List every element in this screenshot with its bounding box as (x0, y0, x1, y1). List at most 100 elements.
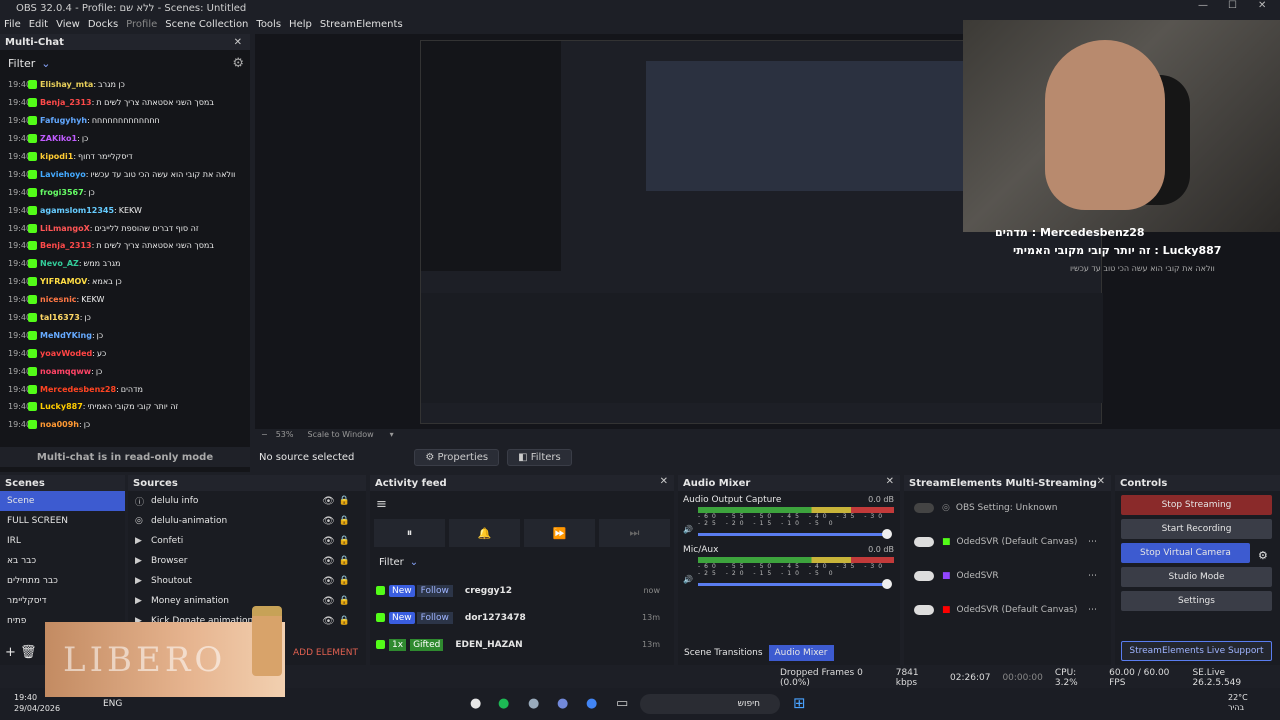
chat-username[interactable]: Mercedesbenz28 (40, 385, 116, 394)
lock-icon[interactable]: 🔒 (339, 596, 350, 606)
lock-icon[interactable]: 🔒 (339, 616, 350, 626)
mute-alerts-button[interactable]: 🔔 (449, 519, 520, 547)
chat-username[interactable]: nicesnic (40, 295, 77, 304)
chat-username[interactable]: Lucky887 (40, 402, 83, 411)
lock-icon[interactable]: 🔒 (339, 576, 350, 586)
event-username[interactable]: EDEN_HAZAN (455, 640, 522, 650)
activity-filter[interactable]: Filter ⌄ (370, 547, 674, 577)
gear-icon[interactable]: ⚙ (232, 56, 244, 71)
skip-end-button[interactable]: ⏭ (599, 519, 670, 547)
close-icon[interactable]: ✕ (886, 476, 894, 487)
filters-button[interactable]: ◧ Filters (507, 448, 572, 466)
chat-username[interactable]: agamslom12345 (40, 206, 114, 215)
source-item[interactable]: ▶ Browser 👁 🔒 (128, 551, 366, 571)
minus-icon[interactable]: − (261, 430, 268, 439)
menu-docks[interactable]: Docks (88, 19, 118, 30)
chat-username[interactable]: LiLmangoX (40, 224, 90, 233)
lock-icon[interactable]: 🔒 (339, 556, 350, 566)
chat-username[interactable]: frogi3567 (40, 188, 84, 197)
add-element-button[interactable]: ADD ELEMENT (293, 648, 358, 658)
source-item[interactable]: ▶ Confeti 👁 🔒 (128, 531, 366, 551)
more-icon[interactable]: ⋯ (1088, 537, 1097, 547)
spotify-icon[interactable]: ● (498, 696, 509, 711)
close-button[interactable]: ✕ (1258, 0, 1266, 11)
chrome-icon[interactable]: ● (586, 696, 597, 711)
source-item[interactable]: ▶ Money animation 👁 🔒 (128, 591, 366, 611)
chevron-down-icon[interactable]: ▾ (390, 430, 394, 439)
tab-audio-mixer[interactable]: Audio Mixer (768, 645, 834, 661)
source-item[interactable]: ⓘ delulu info 👁 🔒 (128, 491, 366, 511)
properties-button[interactable]: ⚙ Properties (414, 448, 500, 466)
close-icon[interactable]: ✕ (1097, 476, 1105, 487)
event-username[interactable]: dor1273478 (465, 613, 526, 623)
eye-icon[interactable]: 👁 (322, 616, 335, 627)
volume-slider[interactable] (698, 529, 892, 539)
scene-item[interactable]: כבר מתחילים (0, 571, 125, 591)
chat-username[interactable]: yoavWoded (40, 349, 92, 358)
lock-icon[interactable]: 🔒 (339, 536, 350, 546)
speaker-icon[interactable]: 🔊 (683, 525, 693, 534)
start-recording-button[interactable]: Start Recording (1121, 519, 1272, 539)
maximize-button[interactable]: ☐ (1228, 0, 1237, 11)
volume-slider[interactable] (698, 579, 892, 589)
studio-mode-button[interactable]: Studio Mode (1121, 567, 1272, 587)
chat-username[interactable]: MeNdYKing (40, 331, 92, 340)
live-support-button[interactable]: StreamElements Live Support (1121, 641, 1272, 661)
menu-help[interactable]: Help (289, 19, 312, 30)
scene-item[interactable]: FULL SCREEN (0, 511, 125, 531)
menu-profile[interactable]: Profile (126, 19, 157, 30)
scene-item[interactable]: IRL (0, 531, 125, 551)
eye-icon[interactable]: 👁 (322, 496, 335, 507)
toggle-switch[interactable] (914, 503, 934, 513)
steam-icon[interactable]: ● (528, 696, 539, 711)
pause-button[interactable]: ⏸ (374, 519, 445, 547)
lock-icon[interactable]: 🔒 (339, 496, 350, 506)
eye-icon[interactable]: 👁 (322, 536, 335, 547)
scale-mode[interactable]: Scale to Window (307, 430, 373, 439)
scene-item[interactable]: דיסקליימר (0, 591, 125, 611)
speaker-icon[interactable]: 🔊 (683, 575, 693, 584)
more-icon[interactable]: ⋯ (1088, 605, 1097, 615)
add-icon[interactable]: + (5, 645, 16, 660)
menu-streamelements[interactable]: StreamElements (320, 19, 403, 30)
eye-icon[interactable]: 👁 (322, 576, 335, 587)
language-indicator[interactable]: ENG (103, 699, 122, 709)
menu-scene-collection[interactable]: Scene Collection (165, 19, 248, 30)
skip-button[interactable]: ⏩ (524, 519, 595, 547)
chat-username[interactable]: ZAKiko1 (40, 134, 77, 143)
close-icon[interactable]: ✕ (660, 476, 668, 487)
chat-username[interactable]: Benja_2313 (40, 241, 92, 250)
gear-icon[interactable]: ⚙ (1258, 549, 1268, 562)
chat-username[interactable]: Laviehoyo (40, 170, 86, 179)
windows-start-icon[interactable]: ⊞ (793, 694, 806, 712)
menu-tools[interactable]: Tools (256, 19, 281, 30)
chat-username[interactable]: tal16373 (40, 313, 80, 322)
chat-username[interactable]: noamqqww (40, 367, 91, 376)
folder-icon[interactable]: ▭ (616, 696, 628, 711)
chat-username[interactable]: Fafugyhyh (40, 116, 87, 125)
chat-username[interactable]: YIFRAMOV (40, 277, 87, 286)
menu-view[interactable]: View (56, 19, 80, 30)
search-box[interactable]: חיפוש (640, 694, 780, 714)
toggle-switch[interactable] (914, 605, 934, 615)
menu-file[interactable]: File (4, 19, 21, 30)
chat-username[interactable]: Elishay_mta (40, 80, 93, 89)
eye-icon[interactable]: 👁 (322, 556, 335, 567)
source-item[interactable]: ▶ Shoutout 👁 🔒 (128, 571, 366, 591)
stop-virtual-camera-button[interactable]: Stop Virtual Camera (1121, 543, 1250, 563)
scene-item[interactable]: כבר בא (0, 551, 125, 571)
eye-icon[interactable]: 👁 (322, 596, 335, 607)
toggle-switch[interactable] (914, 537, 934, 547)
chat-username[interactable]: kipodi1 (40, 152, 73, 161)
event-username[interactable]: creggy12 (465, 586, 512, 596)
more-icon[interactable]: ⋯ (1088, 571, 1097, 581)
stop-streaming-button[interactable]: Stop Streaming (1121, 495, 1272, 515)
chat-username[interactable]: noa009h (40, 420, 79, 429)
scene-item[interactable]: Scene (0, 491, 125, 511)
tab-scene-transitions[interactable]: Scene Transitions (678, 645, 769, 661)
settings-button[interactable]: Settings (1121, 591, 1272, 611)
toggle-switch[interactable] (914, 571, 934, 581)
menu-edit[interactable]: Edit (29, 19, 48, 30)
trash-icon[interactable]: 🗑 (20, 645, 37, 660)
source-item[interactable]: ◎ delulu-animation 👁 🔒 (128, 511, 366, 531)
